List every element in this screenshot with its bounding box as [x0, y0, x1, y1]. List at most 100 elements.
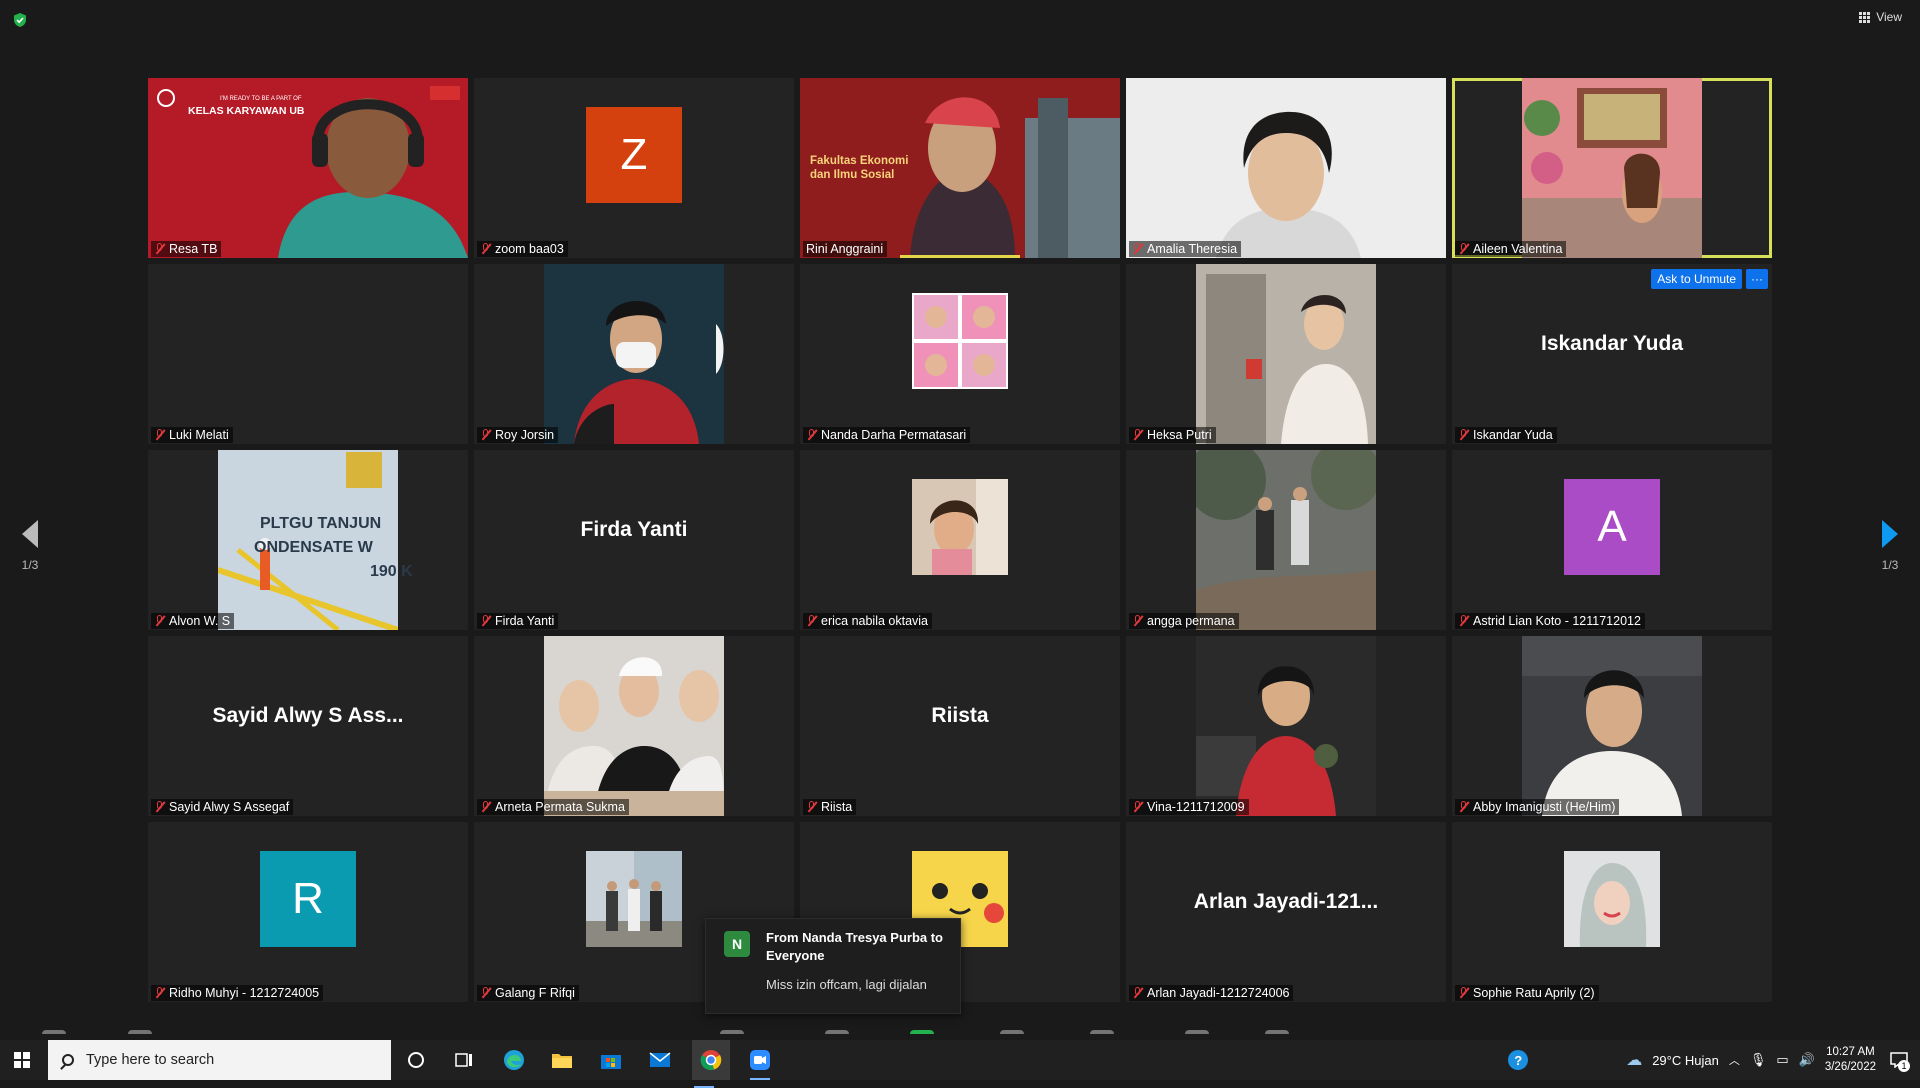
chat-sender: From Nanda Tresya Purba to Everyone: [766, 930, 943, 963]
muted-mic-icon: [480, 243, 491, 255]
help-icon[interactable]: ?: [1508, 1050, 1529, 1070]
chat-message: Miss izin offcam, lagi dijalan: [766, 977, 927, 992]
clock[interactable]: 10:27 AM 3/26/2022: [1825, 1045, 1876, 1075]
search-placeholder: Type here to search: [86, 1052, 215, 1068]
participant-tile[interactable]: Fakultas Ekonomi dan Ilmu Sosial Rini Ang…: [800, 78, 1120, 258]
banner-small-text: I'M READY TO BE A PART OF: [220, 96, 302, 102]
participant-name: Ridho Muhyi - 1212724005: [169, 986, 320, 1000]
muted-mic-icon: [480, 615, 491, 627]
muted-mic-icon: [1458, 987, 1469, 999]
view-label: View: [1876, 10, 1902, 24]
microsoft-store-icon[interactable]: [599, 1048, 623, 1072]
participant-tile[interactable]: Arneta Permata Sukma: [474, 636, 794, 816]
muted-mic-icon: [480, 801, 491, 813]
cortana-icon[interactable]: [404, 1048, 428, 1072]
participant-tile[interactable]: Roy Jorsin: [474, 264, 794, 444]
participant-nameplate: Firda Yanti: [477, 613, 559, 629]
windows-start-icon[interactable]: [14, 1052, 30, 1068]
participant-tile[interactable]: Sophie Ratu Aprily (2): [1452, 822, 1772, 1002]
participant-nameplate: Arlan Jayadi-1212724006: [1129, 985, 1294, 1001]
mail-icon[interactable]: [648, 1048, 672, 1072]
participant-name: Astrid Lian Koto - 1211712012: [1473, 614, 1641, 628]
profile-photo: [544, 636, 724, 816]
participant-tile[interactable]: Z zoom baa03: [474, 78, 794, 258]
muted-mic-icon: [1458, 615, 1469, 627]
participant-tile[interactable]: Sayid Alwy S Ass... Sayid Alwy S Assegaf: [148, 636, 468, 816]
participant-avatar: A: [1564, 479, 1660, 576]
participant-nameplate: Astrid Lian Koto - 1211712012: [1455, 613, 1645, 629]
profile-photo: [1564, 851, 1660, 948]
participant-tile[interactable]: angga permana: [1126, 450, 1446, 630]
participant-tile[interactable]: Nanda Darha Permatasari: [800, 264, 1120, 444]
participant-tile[interactable]: Luki Melati: [148, 264, 468, 444]
weather-text[interactable]: 29°C Hujan: [1652, 1053, 1719, 1068]
task-view-icon[interactable]: [452, 1048, 476, 1072]
participant-tile[interactable]: Vina-1211712009: [1126, 636, 1446, 816]
participant-name: angga permana: [1147, 614, 1235, 628]
banner-text: KELAS KARYAWAN UB: [188, 105, 305, 117]
muted-mic-icon: [1132, 615, 1143, 627]
muted-mic-icon: [1132, 801, 1143, 813]
participant-name: Aileen Valentina: [1473, 242, 1563, 256]
participant-name: Resa TB: [169, 242, 218, 256]
profile-photo: [544, 264, 724, 444]
participant-tile[interactable]: erica nabila oktavia: [800, 450, 1120, 630]
previous-page-button[interactable]: 1/3: [10, 520, 50, 572]
participant-tile[interactable]: A Astrid Lian Koto - 1211712012: [1452, 450, 1772, 630]
participant-display-name: Firda Yanti: [580, 518, 688, 541]
participant-avatar: R: [260, 851, 356, 948]
taskbar-search[interactable]: Type here to search: [48, 1040, 391, 1080]
participant-tile[interactable]: Firda Yanti Firda Yanti: [474, 450, 794, 630]
participant-name: Nanda Darha Permatasari: [821, 428, 967, 442]
participant-nameplate: Sayid Alwy S Assegaf: [151, 799, 294, 815]
participant-tile[interactable]: Arlan Jayadi-121... Arlan Jayadi-1212724…: [1126, 822, 1446, 1002]
network-icon[interactable]: ▭: [1776, 1052, 1788, 1068]
edge-browser-icon[interactable]: [502, 1048, 526, 1072]
security-shield-icon[interactable]: [12, 12, 28, 28]
participant-display-name: Sayid Alwy S Ass...: [212, 704, 404, 727]
participant-tile[interactable]: Riista Riista: [800, 636, 1120, 816]
participant-display-name: Arlan Jayadi-121...: [1193, 890, 1379, 913]
zoom-app-icon[interactable]: [748, 1048, 772, 1080]
participant-display-name: Riista: [931, 704, 989, 727]
participant-name: Luki Melati: [169, 428, 229, 442]
participant-tile[interactable]: Heksa Putri: [1126, 264, 1446, 444]
page-indicator: 1/3: [21, 558, 39, 572]
view-button[interactable]: View: [1859, 10, 1902, 24]
chrome-icon[interactable]: [692, 1040, 730, 1088]
participant-tile[interactable]: I'M READY TO BE A PART OF KELAS KARYAWAN…: [148, 78, 468, 258]
muted-mic-icon: [806, 615, 817, 627]
participant-name: Amalia Theresia: [1147, 242, 1238, 256]
participant-nameplate: Resa TB: [151, 241, 222, 257]
sender-avatar: N: [724, 931, 750, 957]
participant-name: Riista: [821, 800, 853, 814]
participant-tile[interactable]: Ask to Unmute ··· Iskandar Yuda Iskandar…: [1452, 264, 1772, 444]
participant-nameplate: Iskandar Yuda: [1455, 427, 1557, 443]
participant-tile[interactable]: R Ridho Muhyi - 1212724005: [148, 822, 468, 1002]
muted-mic-icon: [1132, 243, 1143, 255]
participant-name: erica nabila oktavia: [821, 614, 929, 628]
participant-tile-active[interactable]: Aileen Valentina: [1452, 78, 1772, 258]
next-page-button[interactable]: 1/3: [1870, 520, 1910, 572]
muted-mic-icon: [480, 987, 491, 999]
participant-avatar: Z: [586, 107, 682, 204]
notifications-icon[interactable]: 1: [1886, 1040, 1912, 1080]
profile-photo: [1196, 264, 1376, 444]
muted-mic-icon: [1458, 801, 1469, 813]
file-explorer-icon[interactable]: [550, 1048, 574, 1072]
volume-icon[interactable]: 🔊: [1799, 1052, 1815, 1068]
participant-tile[interactable]: PLTGU TANJUN ONDENSATE W 190 K Alvon W. …: [148, 450, 468, 630]
participant-nameplate: Heksa Putri: [1129, 427, 1216, 443]
participant-nameplate: zoom baa03: [477, 241, 568, 257]
meeting-controls-bar: [0, 1030, 1920, 1040]
muted-mic-icon: [1458, 243, 1469, 255]
microphone-icon[interactable]: 🎙: [1750, 1052, 1767, 1068]
chevron-up-icon[interactable]: ︿: [1729, 1052, 1740, 1068]
participant-tile[interactable]: Abby Imanigusti (He/Him): [1452, 636, 1772, 816]
participant-tile[interactable]: Amalia Theresia: [1126, 78, 1446, 258]
muted-mic-icon: [154, 615, 165, 627]
profile-photo: [912, 293, 1008, 390]
chat-notification[interactable]: N From Nanda Tresya Purba to Everyone Mi…: [705, 918, 961, 1014]
notification-count: 1: [1898, 1060, 1910, 1072]
participant-nameplate: Alvon W. S: [151, 613, 235, 629]
